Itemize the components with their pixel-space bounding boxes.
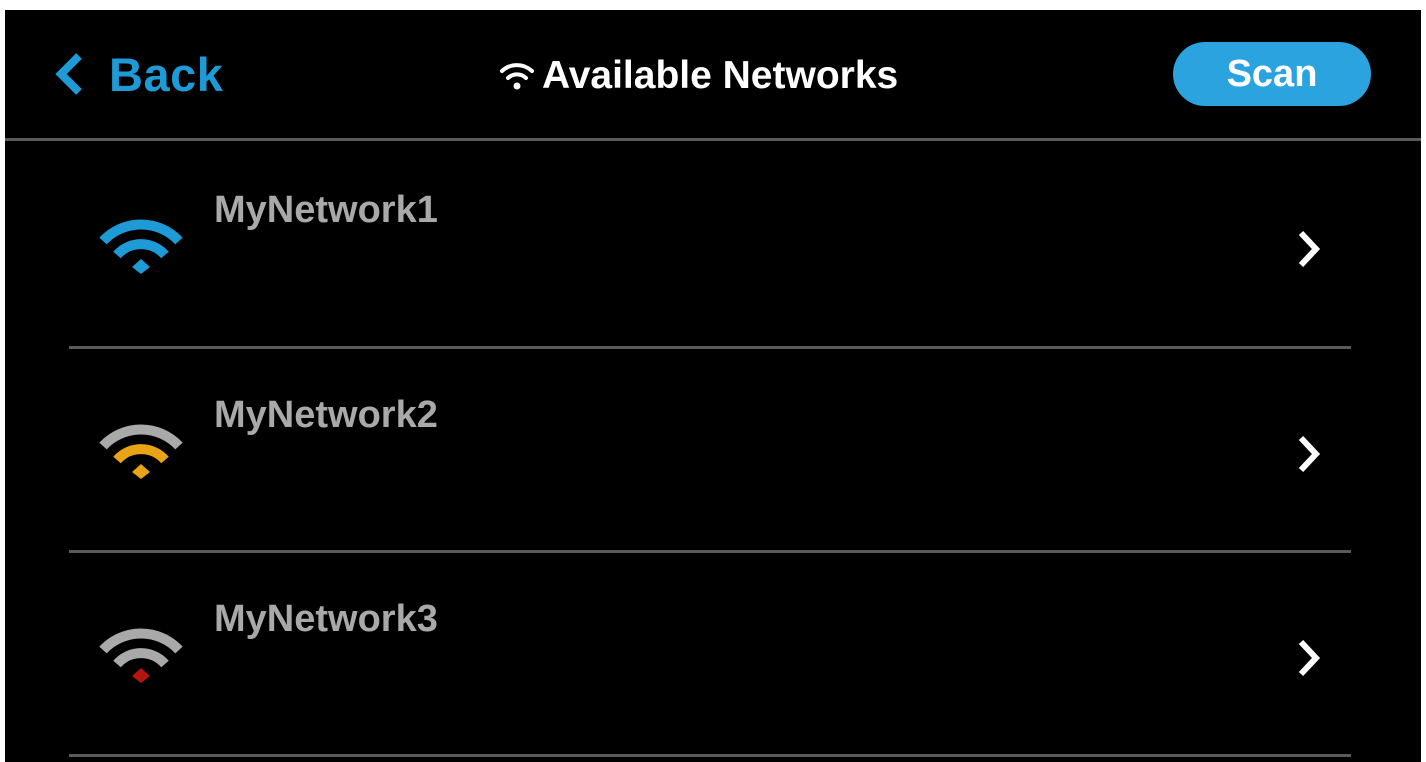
network-name: MyNetwork1 (214, 189, 438, 231)
wifi-signal-weak-icon (99, 628, 183, 683)
chevron-right-icon (1298, 230, 1321, 268)
network-row-mynetwork1[interactable]: MyNetwork1 (5, 141, 1421, 345)
row-divider (69, 754, 1351, 757)
chevron-left-icon (55, 53, 82, 95)
header-bar: Back Available Networks Scan (5, 10, 1421, 138)
network-row-mynetwork2[interactable]: MyNetwork2 (5, 346, 1421, 550)
network-name: MyNetwork3 (214, 598, 438, 640)
wifi-settings-screen: Back Available Networks Scan MyNetwork1 (5, 10, 1421, 762)
page-title-text: Available Networks (542, 54, 899, 97)
back-button[interactable]: Back (51, 44, 223, 104)
page-title: Available Networks (498, 46, 898, 106)
network-name: MyNetwork2 (214, 394, 438, 436)
chevron-right-icon (1298, 639, 1321, 677)
scan-button-label: Scan (1226, 52, 1318, 95)
scan-button[interactable]: Scan (1173, 42, 1371, 106)
chevron-right-icon (1298, 435, 1321, 473)
network-row-mynetwork3[interactable]: MyNetwork3 (5, 550, 1421, 754)
back-label: Back (109, 47, 224, 101)
wifi-signal-medium-icon (99, 424, 183, 479)
wifi-signal-strong-icon (99, 219, 183, 274)
wifi-icon (500, 63, 534, 90)
